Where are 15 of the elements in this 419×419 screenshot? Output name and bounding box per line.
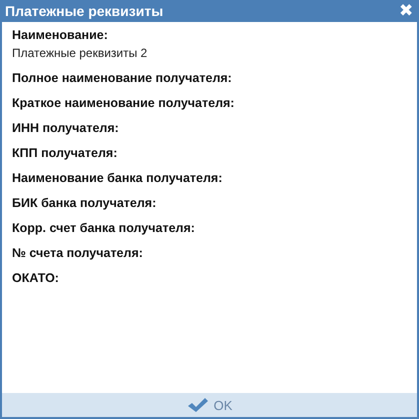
field-label: Корр. счет банка получателя: [12,222,195,235]
window-title: Платежные реквизиты [5,3,164,19]
field-label: Наименование банка получателя: [12,172,222,185]
close-button[interactable]: ✖ [399,2,413,20]
field-label: ИНН получателя: [12,122,119,135]
field-label: Наименование: [12,29,108,42]
field-label: ОКАТО: [12,272,59,285]
field-label: Полное наименование получателя: [12,72,232,85]
field-value: Платежные реквизиты 2 [12,47,148,60]
field-label: БИК банка получателя: [12,197,156,210]
checkmark-icon [186,397,209,413]
field-label: № счета получателя: [12,247,143,260]
ok-button[interactable]: OK [184,397,234,413]
field-label: КПП получателя: [12,147,118,160]
field-label: Краткое наименование получателя: [12,97,234,110]
